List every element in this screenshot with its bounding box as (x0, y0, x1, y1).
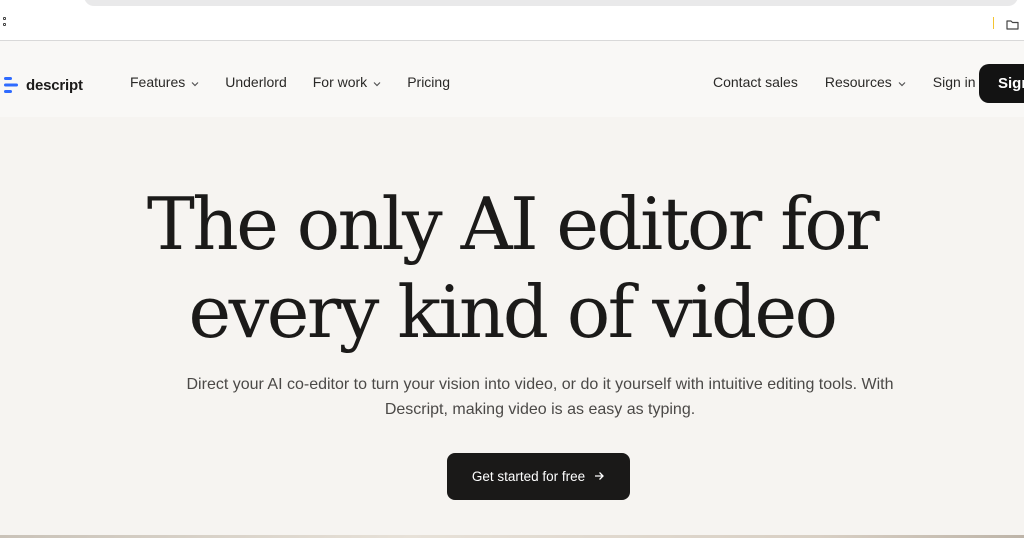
hero-title-line-1: The only AI editor for (146, 182, 880, 266)
nav-resources[interactable]: Resources (825, 74, 906, 90)
nav-contact-sales-label: Contact sales (713, 74, 798, 90)
hero-title: The only AI editor for every kind of vid… (0, 180, 1024, 356)
hero-title-line-2: every kind of video (188, 270, 838, 354)
chevron-down-icon (373, 74, 381, 90)
nav-features[interactable]: Features (130, 74, 199, 90)
nav-pricing[interactable]: Pricing (407, 74, 450, 90)
arrow-right-icon (594, 469, 605, 484)
nav-underlord-label: Underlord (225, 74, 287, 90)
descript-logo[interactable]: descript (4, 75, 83, 95)
nav-for-work[interactable]: For work (313, 74, 381, 90)
primary-nav: Features Underlord For work Pricing (130, 74, 476, 90)
apps-grid-icon[interactable] (0, 17, 7, 27)
nav-resources-label: Resources (824, 74, 892, 90)
nav-underlord[interactable]: Underlord (225, 74, 286, 90)
site-header: descript Features Underlord For work Pri… (0, 41, 1024, 117)
browser-toolbar (0, 0, 1024, 41)
get-started-label: Get started for free (471, 469, 586, 484)
nav-contact-sales[interactable]: Contact sales (713, 74, 798, 90)
nav-for-work-label: For work (312, 74, 368, 90)
get-started-button[interactable]: Get started for free (447, 453, 630, 500)
sign-up-button[interactable]: Sign (979, 64, 1024, 103)
bookmarks-separator (993, 17, 994, 29)
descript-logo-icon (4, 77, 18, 93)
nav-sign-in[interactable]: Sign in (933, 74, 976, 90)
chevron-down-icon (898, 74, 906, 90)
address-bar[interactable] (84, 0, 1018, 6)
nav-features-label: Features (130, 74, 186, 90)
nav-sign-in-label: Sign in (932, 74, 976, 90)
hero-subtitle: Direct your AI co-editor to turn your vi… (186, 376, 894, 418)
nav-pricing-label: Pricing (407, 74, 450, 90)
chevron-down-icon (191, 74, 199, 90)
secondary-nav: Contact sales Resources Sign in (713, 74, 1003, 90)
brand-name: descript (26, 76, 83, 94)
folder-icon[interactable] (1006, 17, 1019, 30)
